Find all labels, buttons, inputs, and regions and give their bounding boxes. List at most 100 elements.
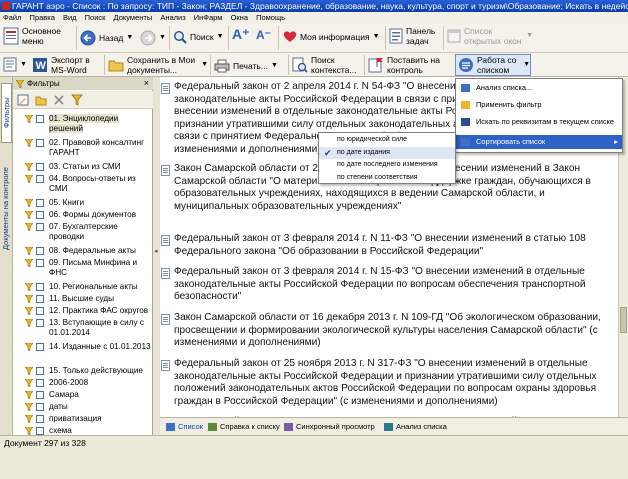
- my-info-button[interactable]: Моя информация ▼: [283, 30, 383, 43]
- filter-checkbox[interactable]: [36, 319, 44, 327]
- filter-item-label: 02. Правовой консалтинг ГАРАНТ: [49, 138, 145, 157]
- work-with-list-button[interactable]: Работа со списком ▼: [455, 54, 531, 76]
- filter-checkbox[interactable]: [36, 343, 44, 351]
- document-list-item[interactable]: Федеральный закон от 25 ноября 2013 г. N…: [161, 358, 614, 408]
- filter-item[interactable]: 04. Вопросы-ответы из СМИ: [25, 174, 151, 194]
- document-list-item[interactable]: Федеральный закон от 3 февраля 2014 г. N…: [161, 266, 614, 304]
- save-to-my-docs-button[interactable]: Сохранить в Мои документы... ▼: [108, 55, 208, 75]
- forward-button[interactable]: ▼: [140, 30, 166, 46]
- collapse-arrow-icon[interactable]: ◂: [154, 247, 158, 255]
- main-menu-button[interactable]: Основное меню: [3, 26, 73, 46]
- document-list-item[interactable]: Федеральный закон от 3 февраля 2014 г. N…: [161, 233, 614, 258]
- filter-item[interactable]: 15. Только действующие: [25, 366, 151, 376]
- export-word-button[interactable]: W Экспорт в MS-Word: [32, 55, 102, 75]
- document-list-item[interactable]: Закон Самарской области от 16 декабря 20…: [161, 312, 614, 350]
- export-word-label: Экспорт в MS-Word: [51, 55, 90, 75]
- filter-checkbox[interactable]: [36, 223, 44, 231]
- sidebar-tab-strip: Фильтры Документы на контроле: [0, 77, 13, 435]
- filter-checkbox[interactable]: [36, 427, 44, 435]
- delete-filter-icon[interactable]: [53, 94, 65, 106]
- apply-filter-icon[interactable]: [71, 94, 83, 106]
- filter-item[interactable]: 01. Энциклопедии решений: [25, 114, 151, 134]
- filter-checkbox[interactable]: [36, 199, 44, 207]
- work-menu-item[interactable]: Применить фильтр: [456, 98, 622, 112]
- sort-option[interactable]: ✔ по дате издания: [319, 146, 455, 159]
- work-menu-item[interactable]: Сортировать список ▸: [456, 135, 622, 149]
- new-filter-icon[interactable]: [35, 94, 47, 106]
- window-title: ГАРАНТ аэро - Список : По запросу: ТИП -…: [12, 1, 628, 11]
- filter-checkbox[interactable]: [36, 211, 44, 219]
- filter-item[interactable]: 08. Федеральные акты: [25, 246, 151, 256]
- sort-option[interactable]: по степени соответствия: [319, 172, 455, 184]
- bottom-tabs: Список Справка к списку Синхронный просмот…: [160, 417, 628, 435]
- font-decrease-button[interactable]: A⁻: [256, 29, 274, 41]
- filter-checkbox[interactable]: [36, 283, 44, 291]
- panel-splitter[interactable]: ◂: [153, 77, 160, 435]
- menu-documents[interactable]: Документы: [114, 13, 153, 22]
- list-view-button[interactable]: ▼: [3, 57, 29, 72]
- menu-view[interactable]: Вид: [63, 13, 77, 22]
- menu-edit[interactable]: Правка: [30, 13, 55, 22]
- search-button[interactable]: Поиск ▼: [173, 30, 225, 44]
- close-icon[interactable]: ×: [144, 77, 149, 90]
- font-increase-button[interactable]: A⁺: [232, 27, 252, 41]
- sort-option[interactable]: по дате последнего изменения: [319, 159, 455, 171]
- filter-item-label: 12. Практика ФАС округов: [49, 306, 149, 315]
- filter-checkbox[interactable]: [36, 259, 44, 267]
- filter-checkbox[interactable]: [36, 247, 44, 255]
- filter-item[interactable]: 11. Высшие суды: [25, 294, 151, 304]
- menu-search[interactable]: Поиск: [85, 13, 106, 22]
- tab-icon: [384, 423, 393, 431]
- bottom-tab[interactable]: Список: [166, 421, 203, 433]
- filter-item[interactable]: 06. Формы документов: [25, 210, 151, 220]
- menu-infarm[interactable]: ИнФарм: [194, 13, 223, 22]
- menu-help[interactable]: Помощь: [256, 13, 285, 22]
- print-button[interactable]: Печать... ▼: [214, 59, 284, 73]
- edit-filter-icon[interactable]: [17, 94, 29, 106]
- filter-item[interactable]: 05. Книги: [25, 198, 151, 208]
- filter-checkbox[interactable]: [36, 415, 44, 423]
- filter-checkbox[interactable]: [36, 391, 44, 399]
- sort-option[interactable]: по юридической силе: [319, 134, 455, 146]
- bottom-tab[interactable]: Анализ списка: [384, 421, 447, 433]
- filter-item[interactable]: 09. Письма Минфина и ФНС: [25, 258, 151, 278]
- menu-windows[interactable]: Окна: [231, 13, 248, 22]
- put-on-control-button[interactable]: Поставить на контроль: [368, 55, 452, 75]
- filter-checkbox[interactable]: [36, 403, 44, 411]
- bottom-tab[interactable]: Синхронный просмотр: [284, 421, 375, 433]
- filter-checkbox[interactable]: [36, 295, 44, 303]
- filter-checkbox[interactable]: [36, 367, 44, 375]
- filter-checkbox[interactable]: [36, 175, 44, 183]
- filter-item[interactable]: 2006-2008: [25, 378, 151, 388]
- filter-item[interactable]: 13. Вступающие в силу с 01.01.2014: [25, 318, 151, 338]
- filter-item[interactable]: 03. Статьи из СМИ: [25, 162, 151, 172]
- funnel-icon: [25, 307, 33, 315]
- context-search-button[interactable]: Поиск контекста...: [292, 55, 362, 75]
- open-windows-button[interactable]: Список открытых окон ▼: [447, 26, 533, 46]
- filter-item[interactable]: 02. Правовой консалтинг ГАРАНТ: [25, 138, 151, 158]
- filter-item[interactable]: 10. Региональные акты: [25, 282, 151, 292]
- filter-item[interactable]: даты: [25, 402, 151, 412]
- filter-item[interactable]: 14. Изданные с 01.01.2013: [25, 342, 151, 352]
- document-icon: [161, 268, 170, 279]
- filter-item[interactable]: Самара: [25, 390, 151, 400]
- menu-analysis[interactable]: Анализ: [160, 13, 185, 22]
- filter-item[interactable]: приватизация: [25, 414, 151, 424]
- tab-controlled-documents[interactable]: Документы на контроле: [1, 149, 12, 269]
- forward-arrow-icon: [140, 30, 156, 46]
- work-menu-item[interactable]: Анализ списка...: [456, 81, 622, 95]
- menu-file[interactable]: Файл: [3, 13, 21, 22]
- tab-filters[interactable]: Фильтры: [1, 83, 12, 143]
- filter-checkbox[interactable]: [36, 163, 44, 171]
- work-menu-item[interactable]: Искать по реквизитам в текущем списке: [456, 115, 622, 129]
- filter-checkbox[interactable]: [36, 307, 44, 315]
- filter-checkbox[interactable]: [36, 115, 44, 123]
- bottom-tab[interactable]: Справка к списку: [208, 421, 280, 433]
- filter-item[interactable]: 12. Практика ФАС округов: [25, 306, 151, 316]
- filter-checkbox[interactable]: [36, 379, 44, 387]
- tasks-panel-button[interactable]: Панель задач: [389, 26, 441, 46]
- scrollbar-thumb[interactable]: [620, 307, 627, 333]
- back-button[interactable]: Назад ▼: [80, 30, 140, 46]
- filter-item[interactable]: 07. Бухгалтерские проводки: [25, 222, 151, 242]
- filter-checkbox[interactable]: [36, 139, 44, 147]
